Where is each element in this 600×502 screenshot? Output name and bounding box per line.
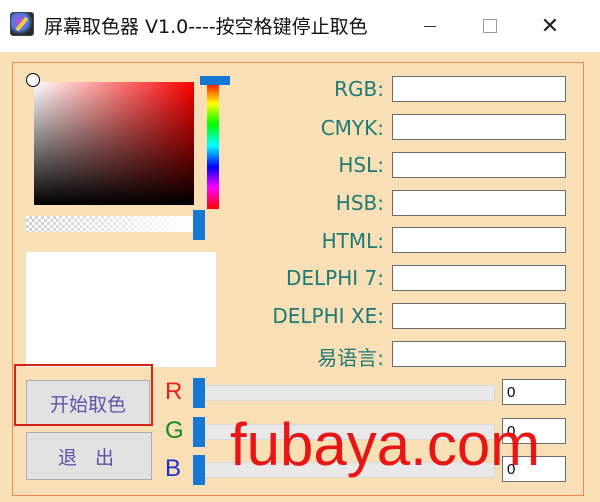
- title-bar: 屏幕取色器 V1.0----按空格键停止取色 ✕: [0, 0, 600, 52]
- close-icon: ✕: [540, 13, 560, 39]
- delphixe-field[interactable]: [392, 303, 566, 329]
- watermark-text: fubaya.com: [230, 411, 541, 478]
- r-value-field[interactable]: [502, 379, 566, 405]
- saturation-value-box[interactable]: [34, 82, 194, 205]
- window-title: 屏幕取色器 V1.0----按空格键停止取色: [44, 16, 368, 38]
- hsb-field[interactable]: [392, 190, 566, 216]
- color-picker-app-icon: [10, 12, 34, 36]
- b-slider-thumb[interactable]: [193, 455, 205, 485]
- g-slider-thumb[interactable]: [193, 417, 205, 447]
- hsl-field[interactable]: [392, 152, 566, 178]
- close-button[interactable]: ✕: [520, 0, 580, 52]
- delphi7-field[interactable]: [392, 265, 566, 291]
- eyuyan-field[interactable]: [392, 341, 566, 367]
- g-label: G: [165, 417, 184, 444]
- color-preview: [26, 252, 216, 367]
- alpha-slider-thumb[interactable]: [193, 210, 205, 240]
- rgb-label: RGB:: [334, 77, 384, 101]
- maximize-button[interactable]: [460, 0, 520, 52]
- start-button-highlight: [14, 364, 153, 426]
- hsb-label: HSB:: [335, 191, 384, 215]
- rgb-field[interactable]: [392, 76, 566, 102]
- alpha-slider[interactable]: [26, 216, 198, 232]
- r-slider-track[interactable]: [193, 385, 495, 401]
- hsl-label: HSL:: [338, 153, 384, 177]
- eyuyan-label: 易语言:: [317, 346, 384, 370]
- html-field[interactable]: [392, 227, 566, 253]
- hue-slider-thumb[interactable]: [200, 76, 230, 85]
- exit-button[interactable]: 退 出: [26, 432, 152, 480]
- hue-slider[interactable]: [207, 82, 219, 209]
- delphi7-label: DELPHI 7:: [286, 266, 384, 290]
- r-label: R: [165, 378, 183, 405]
- cmyk-label: CMYK:: [320, 116, 384, 140]
- picker-cursor[interactable]: [26, 73, 40, 87]
- r-slider-thumb[interactable]: [193, 378, 205, 408]
- delphixe-label: DELPHI XE:: [272, 304, 384, 328]
- html-label: HTML:: [321, 229, 384, 253]
- minimize-button[interactable]: [400, 0, 460, 52]
- b-label: B: [165, 455, 182, 482]
- cmyk-field[interactable]: [392, 114, 566, 140]
